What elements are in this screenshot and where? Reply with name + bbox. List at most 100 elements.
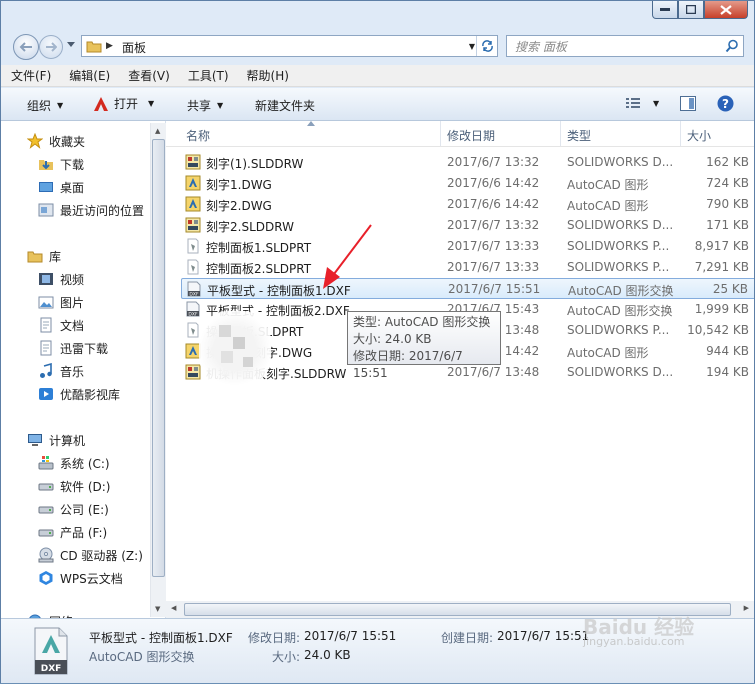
maximize-button[interactable] bbox=[678, 1, 704, 19]
nav-item-music[interactable]: 音乐 bbox=[38, 360, 84, 382]
file-row[interactable]: 刻字2.DWG 2017/6/6 14:42 AutoCAD 图形 790 KB bbox=[181, 194, 754, 215]
nav-item-youku[interactable]: 优酷影视库 bbox=[38, 383, 120, 405]
refresh-button[interactable] bbox=[476, 36, 497, 56]
nav-drive-z[interactable]: CD 驱动器 (Z:) bbox=[38, 544, 143, 566]
file-date: 2017/6/7 13:33 bbox=[447, 260, 540, 274]
maximize-icon bbox=[686, 5, 696, 14]
forward-button[interactable] bbox=[39, 35, 63, 59]
nav-network[interactable]: 网络 bbox=[27, 610, 73, 618]
minimize-button[interactable] bbox=[652, 1, 678, 19]
nav-item-label: 最近访问的位置 bbox=[60, 203, 145, 218]
breadcrumb-separator-icon[interactable]: ▶ bbox=[106, 41, 113, 51]
drive-icon bbox=[38, 506, 54, 514]
new-folder-button[interactable]: 新建文件夹 bbox=[255, 97, 315, 114]
address-dropdown-icon[interactable]: ▼ bbox=[469, 42, 475, 51]
file-row[interactable]: 控制面板1.SLDPRT 2017/6/7 13:33 SOLIDWORKS P..… bbox=[181, 236, 754, 257]
recent-places-icon bbox=[38, 203, 54, 217]
column-size[interactable]: 大小 bbox=[687, 127, 711, 144]
file-name: 刻字2.DWG bbox=[206, 199, 272, 213]
nav-favorites-label: 收藏夹 bbox=[49, 134, 86, 149]
view-dropdown-icon[interactable]: ▼ bbox=[653, 99, 659, 108]
tooltip-size: 大小: 24.0 KB bbox=[353, 332, 432, 346]
nav-libraries[interactable]: 库 bbox=[27, 245, 61, 267]
share-label: 共享 bbox=[187, 99, 212, 113]
file-type: AutoCAD 图形交换 bbox=[567, 304, 673, 318]
nav-item-desktop[interactable]: 桌面 bbox=[38, 176, 84, 198]
nav-item-recent-places[interactable]: 最近访问的位置 bbox=[38, 199, 144, 221]
change-view-button[interactable]: ▼ bbox=[625, 96, 659, 110]
menu-edit[interactable]: 编辑(E) bbox=[69, 67, 110, 84]
nav-drive-c[interactable]: 系统 (C:) bbox=[38, 452, 110, 474]
menu-help[interactable]: 帮助(H) bbox=[247, 67, 289, 84]
scroll-right-icon[interactable]: ▶ bbox=[744, 604, 749, 612]
column-divider[interactable] bbox=[560, 121, 561, 146]
nav-wps-cloud[interactable]: WPS云文档 bbox=[38, 567, 123, 589]
nav-item-label: 系统 (C:) bbox=[60, 456, 110, 471]
menu-tools[interactable]: 工具(T) bbox=[188, 67, 229, 84]
search-input[interactable] bbox=[513, 38, 717, 56]
scrollbar-thumb[interactable] bbox=[152, 139, 165, 577]
nav-item-label: 迅雷下载 bbox=[60, 341, 109, 356]
breadcrumb-current[interactable]: 面板 bbox=[122, 39, 146, 56]
file-size: 7,291 KB bbox=[694, 260, 749, 274]
preview-pane-button[interactable] bbox=[680, 96, 696, 111]
scroll-left-icon[interactable]: ◀ bbox=[171, 604, 176, 612]
nav-drive-e[interactable]: 公司 (E:) bbox=[38, 498, 109, 520]
column-type[interactable]: 类型 bbox=[567, 127, 591, 144]
dxf-icon: DXF bbox=[185, 301, 201, 317]
nav-item-pictures[interactable]: 图片 bbox=[38, 291, 84, 313]
nav-favorites[interactable]: 收藏夹 bbox=[27, 130, 85, 152]
file-row[interactable]: 刻字1.DWG 2017/6/6 14:42 AutoCAD 图形 724 KB bbox=[181, 173, 754, 194]
file-row[interactable]: DXF 平板型式 - 控制面板1.DXF 2017/6/7 15:51 AutoCAD… bbox=[181, 278, 754, 299]
column-divider[interactable] bbox=[680, 121, 681, 146]
tooltip-modified: 修改日期: 2017/6/7 15:51 bbox=[353, 349, 463, 380]
nav-item-documents[interactable]: 文档 bbox=[38, 314, 84, 336]
open-button[interactable]: 打开 ▼ bbox=[93, 95, 154, 112]
details-size-value: 24.0 KB bbox=[304, 648, 351, 662]
history-dropdown-icon[interactable] bbox=[67, 41, 75, 49]
scroll-down-icon[interactable]: ▼ bbox=[155, 605, 160, 613]
nav-item-label: 公司 (E:) bbox=[60, 502, 109, 517]
help-icon: ? bbox=[717, 95, 734, 112]
file-row[interactable]: 刻字2.SLDDRW 2017/6/7 13:32 SOLIDWORKS D... 1… bbox=[181, 215, 754, 236]
organize-button[interactable]: 组织 ▼ bbox=[27, 97, 63, 114]
sldrw-icon bbox=[185, 217, 201, 233]
file-name: 控制面板1.SLDPRT bbox=[206, 241, 312, 255]
nav-drive-f[interactable]: 产品 (F:) bbox=[38, 521, 107, 543]
file-name: 控制面板2.SLDPRT bbox=[206, 262, 312, 276]
help-button[interactable]: ? bbox=[717, 95, 734, 112]
menu-view[interactable]: 查看(V) bbox=[128, 67, 170, 84]
nav-item-label: 视频 bbox=[60, 272, 85, 287]
file-row[interactable]: 控制面板2.SLDPRT 2017/6/7 13:33 SOLIDWORKS P..… bbox=[181, 257, 754, 278]
column-divider[interactable] bbox=[440, 121, 441, 146]
nav-item-xunlei[interactable]: 迅雷下载 bbox=[38, 337, 108, 359]
column-date[interactable]: 修改日期 bbox=[447, 127, 495, 144]
drive-icon bbox=[38, 529, 54, 537]
file-row[interactable]: 刻字(1).SLDDRW 2017/6/7 13:32 SOLIDWORKS D..… bbox=[181, 152, 754, 173]
nav-item-label: 产品 (F:) bbox=[60, 525, 108, 540]
svg-text:DXF: DXF bbox=[189, 291, 199, 297]
nav-drive-d[interactable]: 软件 (D:) bbox=[38, 475, 110, 497]
file-size: 790 KB bbox=[706, 197, 749, 211]
scroll-up-icon[interactable]: ▲ bbox=[155, 127, 160, 135]
file-type: AutoCAD 图形交换 bbox=[568, 284, 674, 298]
close-button[interactable] bbox=[704, 1, 748, 19]
back-button[interactable] bbox=[13, 34, 39, 60]
search-icon[interactable] bbox=[725, 39, 739, 53]
file-tooltip: 类型: AutoCAD 图形交换 大小: 24.0 KB 修改日期: 2017/… bbox=[347, 311, 501, 380]
file-size: 944 KB bbox=[706, 344, 749, 358]
nav-item-videos[interactable]: 视频 bbox=[38, 268, 84, 290]
column-name[interactable]: 名称 bbox=[186, 127, 210, 144]
nav-item-downloads[interactable]: 下载 bbox=[38, 153, 84, 175]
menu-file[interactable]: 文件(F) bbox=[11, 67, 51, 84]
nav-item-label: 桌面 bbox=[60, 180, 85, 195]
watermark-url: jingyan.baidu.com bbox=[583, 635, 685, 648]
address-bar[interactable]: ▶ 面板 ▼ bbox=[81, 35, 498, 57]
nav-computer[interactable]: 计算机 bbox=[27, 429, 85, 451]
nav-pane-scrollbar[interactable]: ▲ ▼ bbox=[150, 123, 167, 617]
search-box[interactable] bbox=[506, 35, 744, 57]
cd-drive-icon bbox=[38, 547, 54, 563]
share-button[interactable]: 共享 ▼ bbox=[187, 97, 223, 114]
dxf-icon: DXF bbox=[186, 281, 202, 297]
file-type: SOLIDWORKS D... bbox=[567, 155, 674, 169]
